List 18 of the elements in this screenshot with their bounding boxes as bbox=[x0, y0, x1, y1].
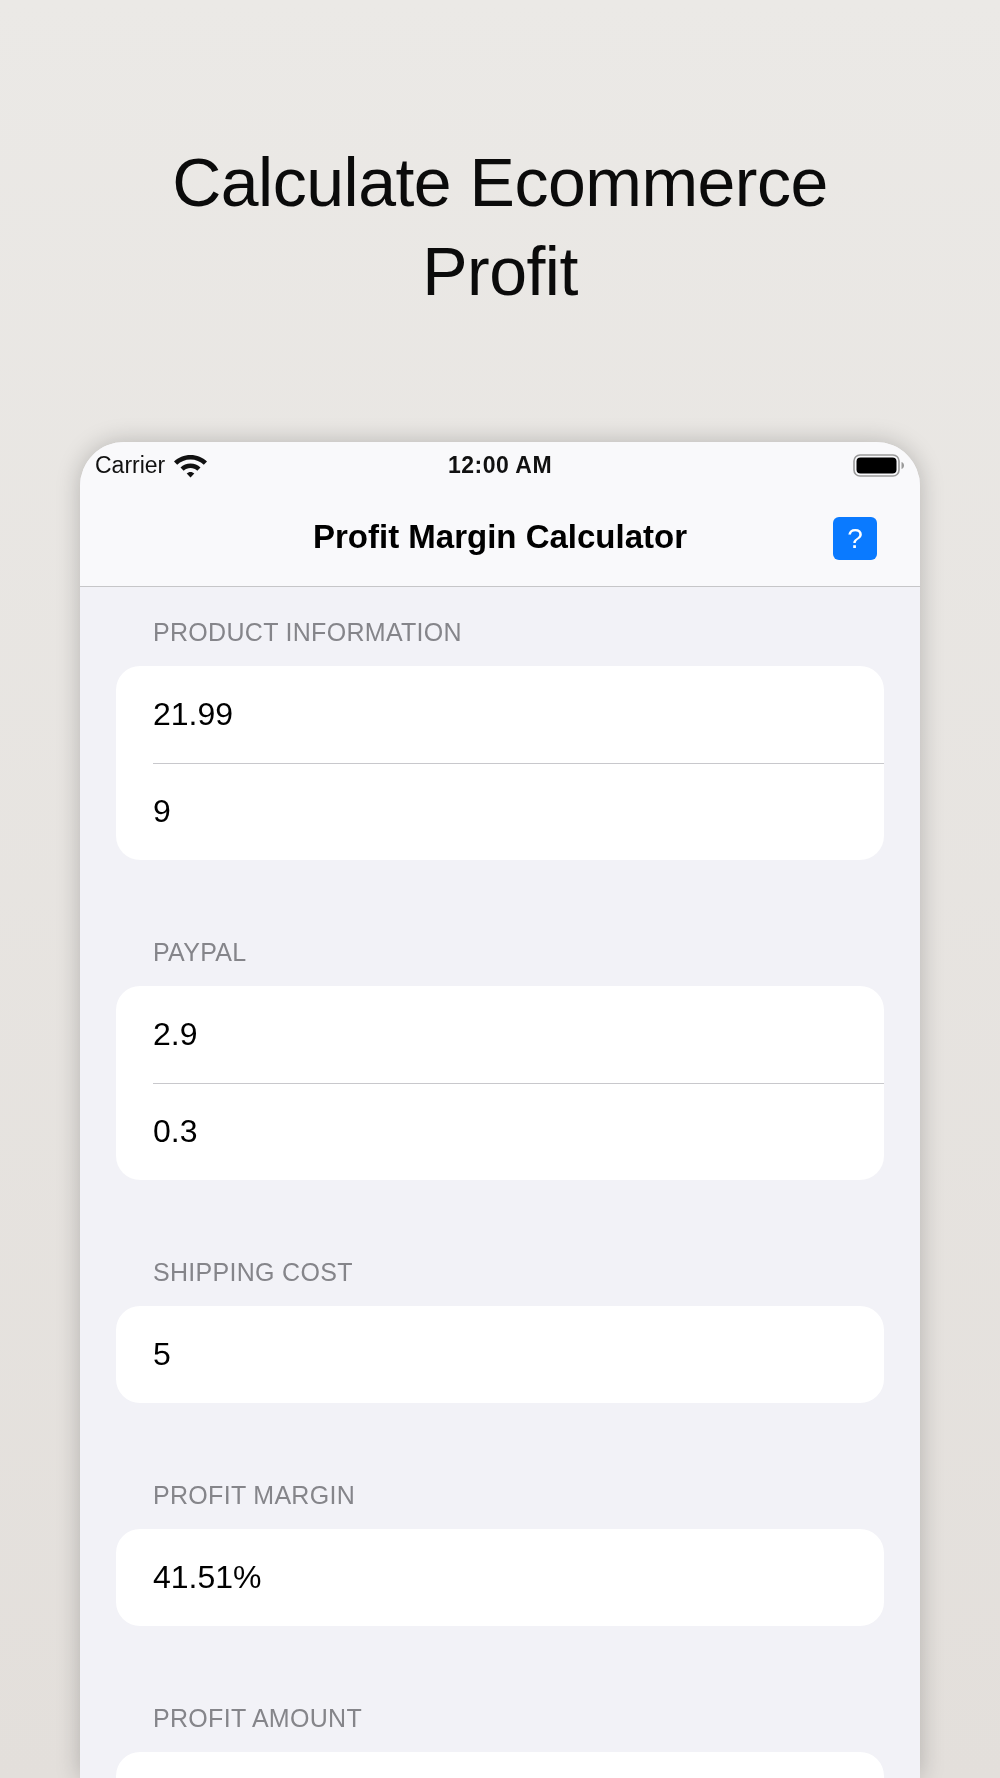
section-header: PRODUCT INFORMATION bbox=[153, 617, 462, 647]
input-field[interactable]: 2.9 bbox=[116, 986, 884, 1083]
section-header: SHIPPING COST bbox=[153, 1257, 353, 1287]
section-header: PROFIT MARGIN bbox=[153, 1480, 356, 1510]
input-field[interactable]: 21.99 bbox=[116, 666, 884, 763]
headline: Calculate Ecommerce Profit bbox=[171, 143, 829, 311]
input-field[interactable]: 5 bbox=[116, 1306, 884, 1403]
section-header: PROFIT AMOUNT bbox=[153, 1703, 362, 1733]
input-field[interactable]: 41.51% bbox=[116, 1529, 884, 1626]
section-header: PAYPAL bbox=[153, 937, 247, 967]
help-button[interactable]: ? bbox=[833, 517, 877, 560]
input-field[interactable]: 9 bbox=[116, 763, 884, 860]
input-field[interactable]: 0.3 bbox=[116, 1083, 884, 1180]
nav-title: Profit Margin Calculator bbox=[312, 518, 687, 556]
status-time: 12:00 AM bbox=[447, 451, 553, 479]
battery-icon bbox=[853, 453, 905, 477]
wifi-icon bbox=[173, 452, 209, 478]
carrier-label: Carrier bbox=[95, 451, 166, 479]
